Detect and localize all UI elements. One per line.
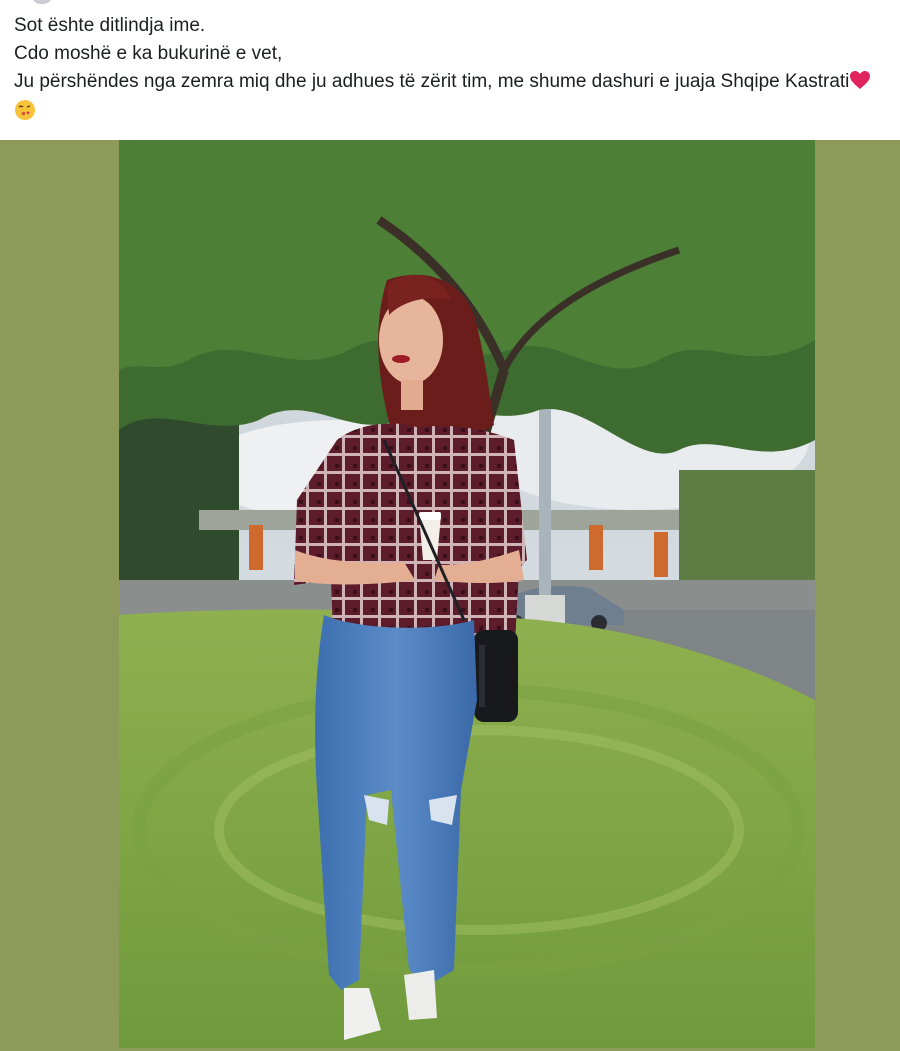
post-line-1: Sot ështe ditlindja ime.: [14, 15, 206, 36]
post-text-block: Sot ështe ditlindja ime. Cdo moshë e ka …: [0, 0, 900, 140]
post-line-2: Cdo moshë e ka bukurinë e vet,: [14, 43, 283, 64]
post-photo[interactable]: [119, 140, 815, 1048]
avatar[interactable]: [31, 0, 53, 4]
photo-scene: [119, 140, 815, 1048]
face-blowing-kiss-icon: [14, 99, 36, 130]
red-heart-icon: [849, 70, 871, 99]
post-line-3-text: Ju përshëndes nga zemra miq dhe ju adhue…: [14, 71, 850, 92]
post-line-3: Ju përshëndes nga zemra miq dhe ju adhue…: [14, 68, 886, 130]
post-media[interactable]: [0, 140, 900, 1051]
